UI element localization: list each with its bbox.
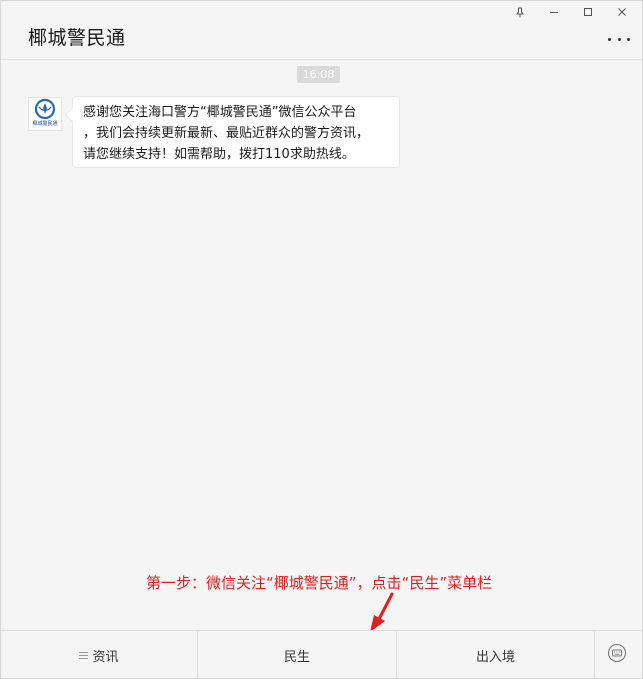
window-title: 椰城警民通 bbox=[28, 27, 126, 49]
message-line: 请您继续支持！如需帮助，拨打110求助热线。 bbox=[83, 147, 355, 162]
close-button[interactable] bbox=[605, 1, 639, 23]
message-bubble[interactable]: 感谢您关注海口警方“椰城警民通”微信公众平台 ，我们会持续更新最新、最贴近群众的… bbox=[72, 96, 400, 168]
minimize-icon bbox=[550, 12, 558, 13]
menu-divider bbox=[594, 631, 595, 678]
message-line: 感谢您关注海口警方“椰城警民通”微信公众平台 bbox=[83, 105, 357, 120]
menu-list-icon bbox=[79, 651, 89, 659]
message-line: ，我们会持续更新最新、最贴近群众的警方资讯， bbox=[83, 126, 370, 141]
pin-icon bbox=[516, 7, 524, 17]
avatar-label: 椰城警民通 bbox=[32, 121, 58, 127]
keyboard-icon[interactable] bbox=[607, 643, 627, 663]
menu-item-label: 民生 bbox=[283, 649, 310, 665]
menu-item-label: 资讯 bbox=[92, 649, 119, 665]
title-bar: 椰城警民通 bbox=[1, 1, 642, 61]
close-icon bbox=[618, 8, 626, 16]
more-icon[interactable] bbox=[608, 36, 630, 42]
menu-item-livelihood[interactable]: 民生 bbox=[198, 631, 396, 678]
police-logo-icon bbox=[34, 98, 56, 120]
menu-item-label: 出入境 bbox=[475, 649, 515, 665]
avatar[interactable]: 椰城警民通 bbox=[28, 97, 62, 131]
menu-item-immigration[interactable]: 出入境 bbox=[397, 631, 594, 678]
bottom-menu-bar: 资讯 民生 出入境 bbox=[1, 630, 642, 678]
maximize-icon bbox=[584, 8, 592, 16]
maximize-button[interactable] bbox=[571, 1, 605, 23]
chat-window: 椰城警民通 16:08 椰城警民通 感谢您关注海口警方“椰城警民通”微信公众平台… bbox=[0, 0, 643, 679]
minimize-button[interactable] bbox=[537, 1, 571, 23]
message-timestamp: 16:08 bbox=[297, 66, 340, 83]
header-divider bbox=[1, 59, 642, 60]
menu-item-news[interactable]: 资讯 bbox=[1, 631, 197, 678]
instruction-annotation: 第一步：微信关注“椰城警民通”，点击“民生”菜单栏 bbox=[146, 574, 493, 592]
pin-button[interactable] bbox=[503, 1, 537, 23]
